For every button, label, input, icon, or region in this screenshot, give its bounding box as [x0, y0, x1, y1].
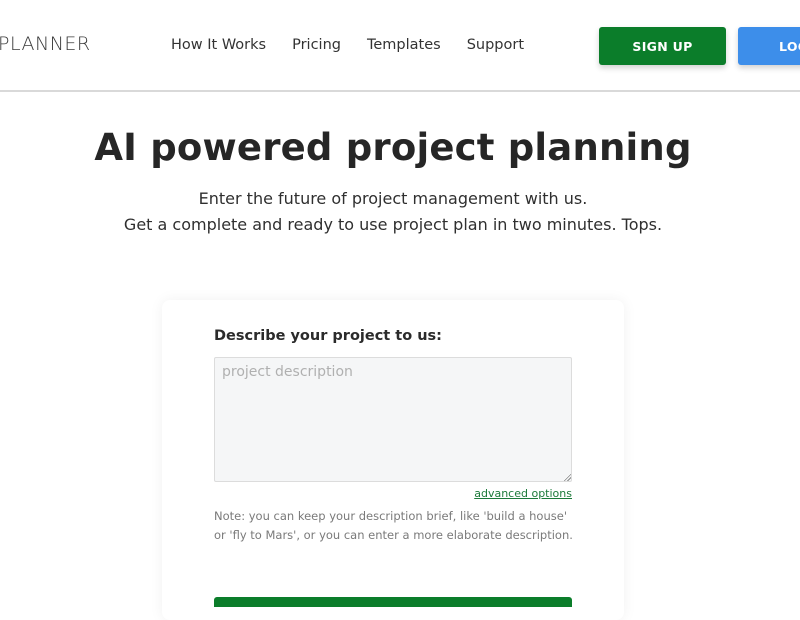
nav-support[interactable]: Support [467, 37, 524, 53]
description-note: Note: you can keep your description brie… [214, 509, 573, 542]
project-description-input[interactable] [214, 357, 572, 482]
hero-subtitle-line2: Get a complete and ready to use project … [123, 215, 663, 234]
advanced-options-link[interactable]: advanced options [474, 487, 572, 500]
resize-handle-icon[interactable] [563, 473, 571, 481]
signup-button[interactable]: SIGN UP [599, 27, 726, 65]
hero-subtitle-line1: Enter the future of project management w… [198, 189, 588, 208]
project-description-label: Describe your project to us: [214, 328, 442, 344]
nav-templates[interactable]: Templates [367, 37, 441, 53]
nav-how-it-works[interactable]: How It Works [171, 37, 266, 53]
login-button[interactable]: LOG [738, 27, 800, 65]
submit-button[interactable] [214, 597, 572, 607]
logo[interactable]: PLANNER [0, 33, 91, 55]
main-nav: How It Works Pricing Templates Support [171, 37, 550, 53]
nav-pricing[interactable]: Pricing [292, 37, 341, 53]
page-title: AI powered project planning [94, 126, 692, 169]
site-header: PLANNER How It Works Pricing Templates S… [0, 0, 800, 92]
